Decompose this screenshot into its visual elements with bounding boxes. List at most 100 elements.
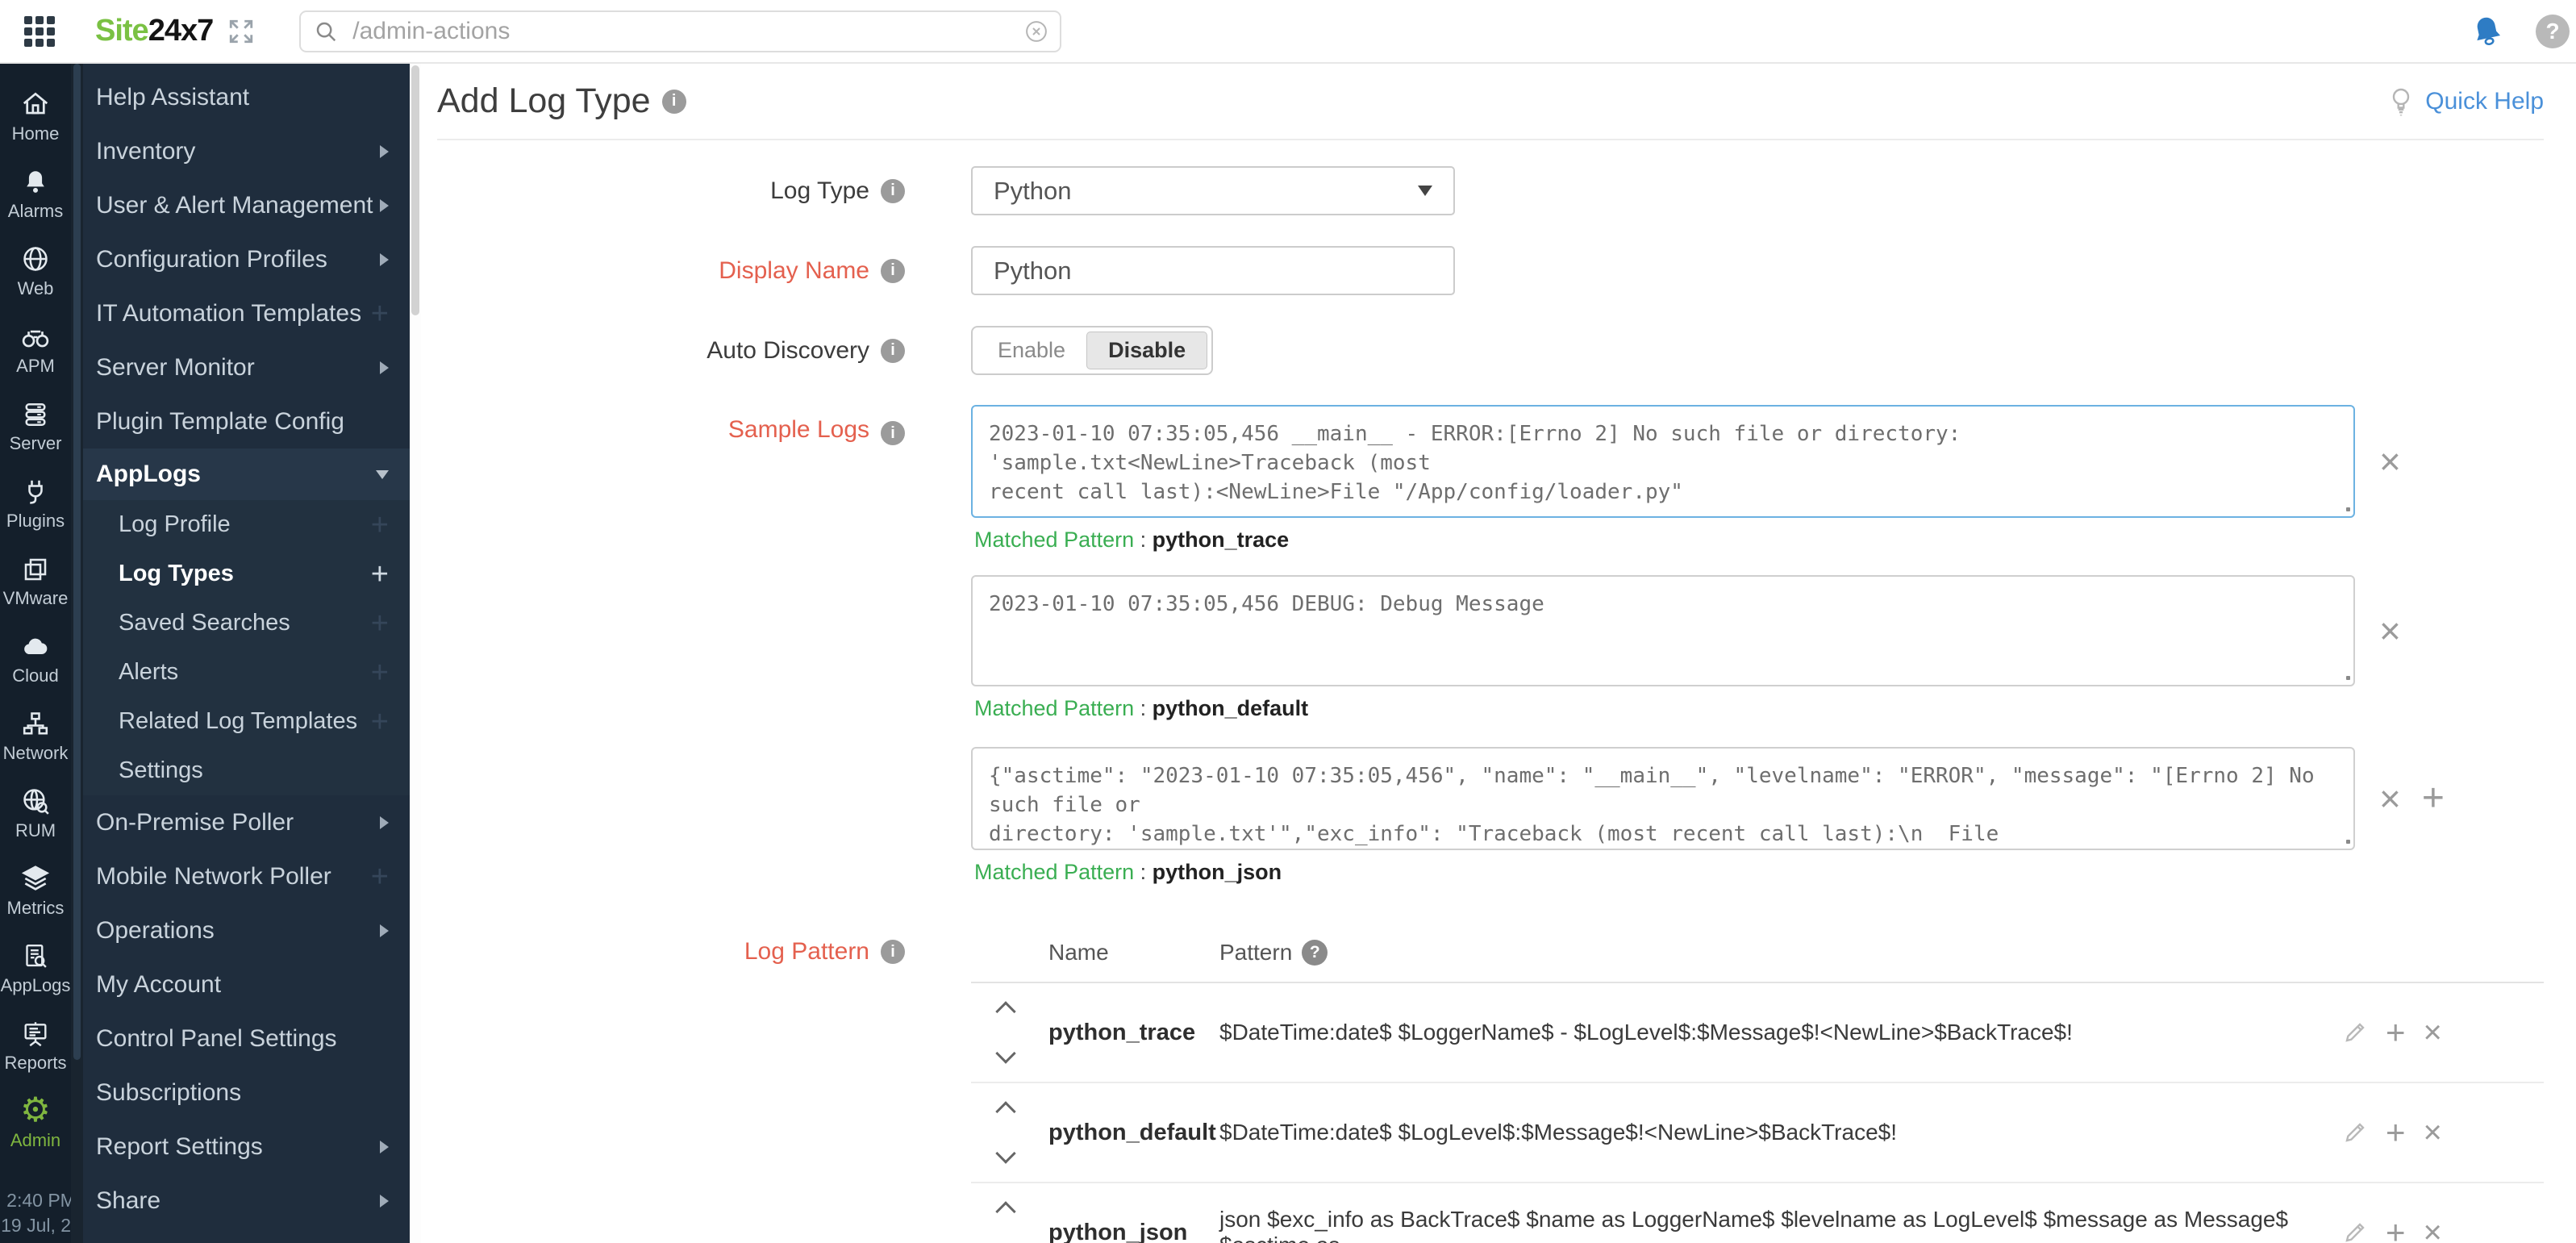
page-header: Add Log Type Quick Help [437, 64, 2544, 140]
edit-pencil-icon[interactable] [2342, 1120, 2368, 1145]
sidebar-item-report-settings[interactable]: Report Settings [83, 1120, 410, 1174]
sidebar-item-related-log-templates[interactable]: Related Log Templates [83, 697, 410, 746]
disable-button[interactable]: Disable [1086, 332, 1207, 369]
sidebar-item-user-alert-management[interactable]: User & Alert Management [83, 178, 410, 232]
info-icon[interactable] [881, 940, 905, 964]
sidebar-item-it-automation-templates[interactable]: IT Automation Templates [83, 286, 410, 340]
enable-button[interactable]: Enable [977, 332, 1086, 369]
sidebar-item-my-account[interactable]: My Account [83, 957, 410, 1012]
remove-sample-icon[interactable] [2379, 445, 2401, 478]
move-up-icon[interactable] [995, 1001, 1015, 1021]
sidebar-item-mobile-network-poller[interactable]: Mobile Network Poller [83, 849, 410, 903]
rail-item-web[interactable]: Web [0, 230, 71, 307]
plus-icon[interactable] [371, 611, 389, 636]
log-pattern-row: Log Pattern Name Pattern [437, 930, 2544, 1243]
sidebar-item-plugin-template-config[interactable]: Plugin Template Config [83, 394, 410, 448]
sidebar-item-saved-searches[interactable]: Saved Searches [83, 599, 410, 648]
sample-log-textarea-3[interactable]: {"asctime": "2023-01-10 07:35:05,456", "… [971, 747, 2355, 850]
sidebar-item-subscriptions[interactable]: Subscriptions [83, 1066, 410, 1120]
rail-item-metrics[interactable]: Metrics [0, 849, 71, 927]
add-pattern-icon[interactable] [2386, 1116, 2406, 1149]
sidebar-item-server-monitor[interactable]: Server Monitor [83, 340, 410, 394]
info-icon[interactable] [881, 179, 905, 203]
clear-search-icon[interactable] [1024, 19, 1048, 44]
rail-item-server[interactable]: Server [0, 385, 71, 462]
sample-logs-label: Sample Logs [728, 416, 869, 444]
matched-pattern-1: Matched Pattern : python_trace [974, 528, 2544, 553]
sample-logs-label-wrap: Sample Logs [437, 405, 905, 885]
sidebar-item-settings[interactable]: Settings [83, 746, 410, 795]
rail-item-apm[interactable]: APM [0, 307, 71, 385]
move-down-icon[interactable] [995, 1043, 1015, 1063]
edit-pencil-icon[interactable] [2342, 1020, 2368, 1045]
move-down-icon[interactable] [995, 1143, 1015, 1163]
rail-item-network[interactable]: Network [0, 694, 71, 772]
add-pattern-icon[interactable] [2386, 1216, 2406, 1243]
rail-item-alarms[interactable]: Alarms [0, 152, 71, 230]
expand-icon[interactable] [227, 18, 255, 45]
info-icon[interactable] [881, 259, 905, 283]
plus-icon[interactable] [371, 562, 389, 586]
info-icon[interactable] [881, 421, 905, 445]
logo-site: Site [95, 14, 148, 48]
sidebar-item-log-types[interactable]: Log Types [83, 549, 410, 599]
remove-sample-icon[interactable] [2379, 782, 2401, 815]
plus-icon[interactable] [371, 513, 389, 537]
quick-help-button[interactable]: Quick Help [2386, 86, 2544, 118]
app-grid-icon[interactable] [24, 16, 55, 47]
sidebar-scrollbar-thumb[interactable] [73, 64, 81, 1060]
sidebar-item-on-premise-poller[interactable]: On-Premise Poller [83, 795, 410, 849]
sidebar-item-alerts[interactable]: Alerts [83, 648, 410, 697]
rail-item-plugins[interactable]: Plugins [0, 462, 71, 540]
rail-item-vmware[interactable]: VMware [0, 540, 71, 617]
info-icon[interactable] [881, 339, 905, 363]
pattern-help-icon[interactable] [1302, 940, 1328, 966]
plus-icon[interactable] [371, 302, 389, 326]
rail-item-admin[interactable]: ⚙ Admin [0, 1082, 71, 1159]
info-icon[interactable] [662, 90, 686, 114]
rail-item-applogs[interactable]: AppLogs [0, 927, 71, 1004]
sample-log-3: {"asctime": "2023-01-10 07:35:05,456", "… [971, 747, 2544, 850]
sidebar-item-help-assistant[interactable]: Help Assistant [83, 70, 410, 124]
gear-icon: ⚙ [20, 1091, 51, 1126]
sample-log-textarea-1[interactable]: 2023-01-10 07:35:05,456 __main__ - ERROR… [971, 405, 2355, 518]
auto-discovery-label-wrap: Auto Discovery [437, 326, 905, 375]
plus-icon[interactable] [371, 661, 389, 685]
move-up-icon[interactable] [995, 1101, 1015, 1121]
clock-date: 19 Jul, 23 [0, 1213, 82, 1238]
add-pattern-icon[interactable] [2386, 1016, 2406, 1049]
rail-item-home[interactable]: Home [0, 75, 71, 152]
table-row: python_json json $exc_info as BackTrace$… [971, 1183, 2544, 1243]
rail-item-cloud[interactable]: Cloud [0, 617, 71, 694]
add-log-type-form: Log Type Python Display Name [437, 140, 2544, 1243]
plus-icon[interactable] [371, 710, 389, 734]
remove-sample-icon[interactable] [2379, 615, 2401, 647]
content-scrollbar-thumb[interactable] [411, 65, 419, 315]
sidebar-item-log-profile[interactable]: Log Profile [83, 500, 410, 549]
sidebar-item-applogs[interactable]: AppLogs [83, 448, 410, 500]
sidebar-item-control-panel-settings[interactable]: Control Panel Settings [83, 1012, 410, 1066]
delete-pattern-icon[interactable] [2424, 1216, 2442, 1243]
rail-item-reports[interactable]: Reports [0, 1004, 71, 1082]
delete-pattern-icon[interactable] [2424, 1016, 2442, 1049]
plus-icon[interactable] [371, 865, 389, 889]
search-input[interactable] [299, 10, 1061, 52]
help-icon[interactable] [2536, 15, 2570, 48]
move-up-icon[interactable] [995, 1201, 1015, 1221]
chevron-right-icon [380, 924, 389, 937]
sample-log-textarea-2[interactable]: 2023-01-10 07:35:05,456 DEBUG: Debug Mes… [971, 575, 2355, 686]
sidebar-item-share[interactable]: Share [83, 1174, 410, 1228]
log-type-select[interactable]: Python [971, 166, 1455, 215]
notifications-bell-icon[interactable] [2470, 14, 2505, 49]
delete-pattern-icon[interactable] [2424, 1116, 2442, 1149]
pattern-name: python_trace [1048, 1020, 1219, 1046]
sidebar-item-inventory[interactable]: Inventory [83, 124, 410, 178]
add-sample-icon[interactable] [2422, 782, 2445, 815]
rail-item-rum[interactable]: RUM [0, 772, 71, 849]
sidebar-item-operations[interactable]: Operations [83, 903, 410, 957]
edit-pencil-icon[interactable] [2342, 1220, 2368, 1243]
sidebar-item-configuration-profiles[interactable]: Configuration Profiles [83, 232, 410, 286]
site24x7-logo[interactable]: Site24x7 [95, 14, 213, 48]
main-content: Add Log Type Quick Help Log Type [421, 64, 2576, 1243]
display-name-input[interactable] [971, 246, 1455, 295]
